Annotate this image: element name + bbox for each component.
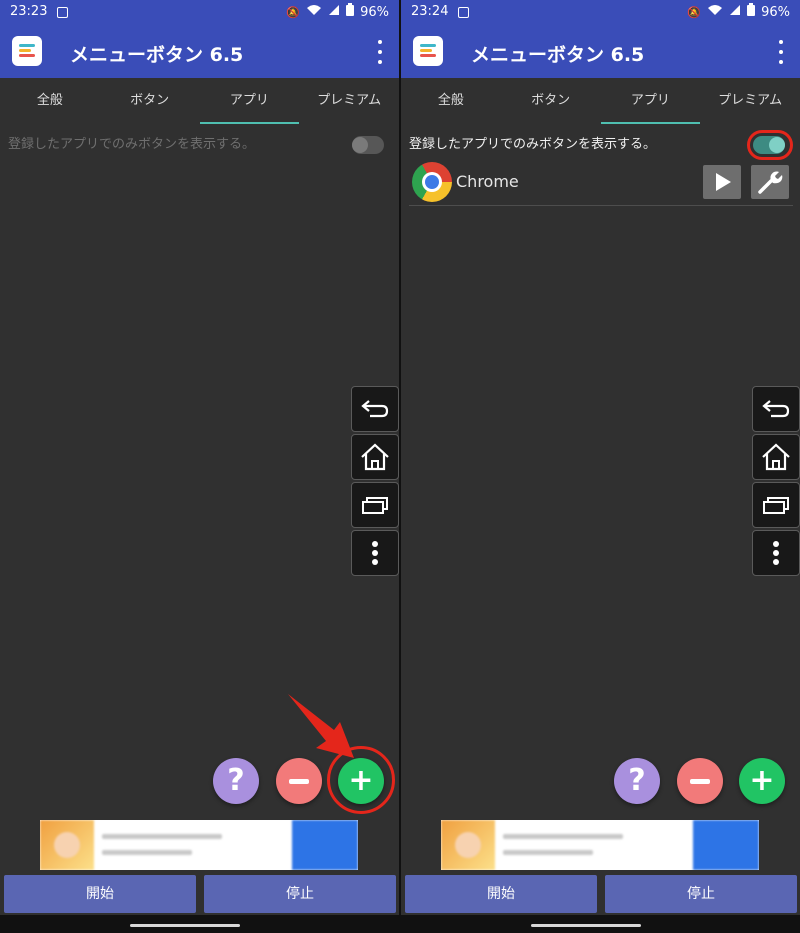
home-button[interactable]: [351, 434, 399, 480]
overflow-menu-icon[interactable]: [776, 40, 786, 64]
add-fab[interactable]: +: [739, 758, 785, 804]
start-button[interactable]: 開始: [405, 875, 597, 913]
app-bar: メニューボタン 6.5: [0, 26, 399, 78]
gesture-bar[interactable]: [401, 915, 800, 933]
screen-left: 23:23 🔕 96% メニューボタン 6.5 全般 ボタン アプリ プレミアム…: [0, 0, 399, 933]
tab-buttons[interactable]: ボタン: [501, 78, 601, 124]
home-icon: [361, 443, 389, 471]
annotation-highlight: [747, 130, 793, 160]
chrome-icon: [412, 162, 452, 202]
battery-icon: [747, 3, 756, 22]
wifi-icon: [707, 4, 723, 22]
show-only-registered-setting: 登録したアプリでのみボタンを表示する。: [409, 130, 793, 160]
app-logo-icon: [413, 36, 443, 66]
overflow-menu-icon[interactable]: [375, 40, 385, 64]
bottom-bar: 開始 停止: [0, 873, 399, 915]
play-icon: [716, 173, 731, 191]
signal-icon: [729, 4, 741, 22]
app-settings-button[interactable]: [751, 165, 789, 199]
launch-app-button[interactable]: [703, 165, 741, 199]
tab-buttons[interactable]: ボタン: [100, 78, 200, 124]
more-button[interactable]: [752, 530, 800, 576]
notification-icon: [458, 7, 469, 18]
help-fab[interactable]: ?: [213, 758, 259, 804]
screen-right: 23:24 🔕 96% メニューボタン 6.5 全般 ボタン アプリ プレミアム…: [401, 0, 800, 933]
minus-icon: [690, 778, 710, 784]
more-vert-icon: [773, 541, 779, 565]
recents-icon: [362, 497, 388, 514]
back-icon: [762, 400, 790, 418]
status-time: 23:23: [10, 4, 48, 19]
remove-fab[interactable]: [677, 758, 723, 804]
stop-button[interactable]: 停止: [204, 875, 396, 913]
show-only-registered-setting: 登録したアプリでのみボタンを表示する。: [8, 133, 384, 157]
back-button[interactable]: [752, 386, 800, 432]
tab-premium[interactable]: プレミアム: [299, 78, 399, 124]
tab-general[interactable]: 全般: [401, 78, 501, 124]
app-name: Chrome: [456, 172, 519, 191]
status-bar: 23:23 🔕 96%: [0, 0, 399, 26]
app-bar: メニューボタン 6.5: [401, 26, 800, 78]
remove-fab[interactable]: [276, 758, 322, 804]
app-title: メニューボタン 6.5: [70, 44, 244, 66]
app-logo-icon: [12, 36, 42, 66]
bottom-bar: 開始 停止: [401, 873, 800, 915]
battery-percent: 96%: [360, 5, 389, 20]
ad-banner[interactable]: [441, 820, 759, 870]
home-button[interactable]: [752, 434, 800, 480]
wifi-icon: [306, 4, 322, 22]
show-only-registered-toggle[interactable]: [352, 136, 384, 154]
tab-apps[interactable]: アプリ: [600, 78, 701, 124]
tab-apps[interactable]: アプリ: [199, 78, 300, 124]
status-time: 23:24: [411, 4, 449, 19]
setting-label: 登録したアプリでのみボタンを表示する。: [8, 137, 256, 152]
mute-icon: 🔕: [286, 5, 301, 19]
stop-button[interactable]: 停止: [605, 875, 797, 913]
notification-icon: [57, 7, 68, 18]
help-fab[interactable]: ?: [614, 758, 660, 804]
battery-icon: [346, 3, 355, 22]
recents-icon: [763, 497, 789, 514]
home-icon: [762, 443, 790, 471]
status-bar: 23:24 🔕 96%: [401, 0, 800, 26]
more-button[interactable]: [351, 530, 399, 576]
tab-general[interactable]: 全般: [0, 78, 100, 124]
mute-icon: 🔕: [687, 5, 702, 19]
registered-app-row[interactable]: Chrome: [409, 160, 793, 206]
minus-icon: [289, 778, 309, 784]
recents-button[interactable]: [351, 482, 399, 528]
wrench-icon: [758, 171, 783, 194]
add-fab[interactable]: +: [338, 758, 384, 804]
tab-premium[interactable]: プレミアム: [700, 78, 800, 124]
start-button[interactable]: 開始: [4, 875, 196, 913]
ad-banner[interactable]: [40, 820, 358, 870]
back-icon: [361, 400, 389, 418]
recents-button[interactable]: [752, 482, 800, 528]
app-title: メニューボタン 6.5: [471, 44, 645, 66]
tab-bar: 全般 ボタン アプリ プレミアム: [401, 78, 800, 124]
battery-percent: 96%: [761, 5, 790, 20]
tab-bar: 全般 ボタン アプリ プレミアム: [0, 78, 399, 124]
gesture-bar[interactable]: [0, 915, 399, 933]
setting-label: 登録したアプリでのみボタンを表示する。: [409, 137, 657, 152]
back-button[interactable]: [351, 386, 399, 432]
more-vert-icon: [372, 541, 378, 565]
signal-icon: [328, 4, 340, 22]
